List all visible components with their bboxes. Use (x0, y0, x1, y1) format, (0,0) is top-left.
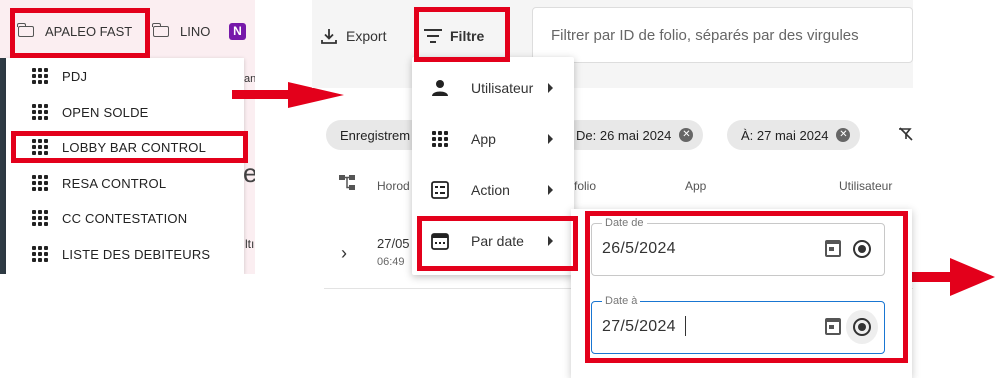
folio-search-input[interactable]: Filtrer par ID de folio, séparés par des… (532, 7, 913, 63)
bookmark-item-resa-control[interactable]: RESA CONTROL (32, 171, 166, 195)
download-icon (321, 29, 337, 44)
submenu-arrow-icon (548, 83, 553, 93)
chip-remove-icon[interactable]: ✕ (836, 128, 851, 142)
background-text: ltı (245, 237, 255, 251)
highlight-par-date (417, 216, 578, 271)
row-time: 06:49 (377, 256, 405, 268)
chip-label: De: 26 mai 2024 (576, 127, 672, 143)
row-date: 27/05 (377, 236, 410, 251)
bookmark-item-open-solde[interactable]: OPEN SOLDE (32, 100, 149, 124)
filter-chip-from-date[interactable]: De: 26 mai 2024 ✕ (562, 120, 704, 150)
highlight-filter-button (414, 7, 510, 62)
person-icon (430, 78, 450, 98)
column-header-folio[interactable]: folio (574, 179, 596, 193)
bookmark-item-pdj[interactable]: PDJ (32, 64, 87, 88)
apps-grid-icon (32, 68, 48, 84)
bookmarks-panel: APALEO FAST LINO N an e ltı PDJ OPEN SOL… (0, 0, 255, 274)
chip-label: Enregistrem (340, 127, 411, 143)
list-box-icon (430, 180, 450, 200)
export-button[interactable]: Export (320, 22, 386, 50)
bookmark-onenote[interactable]: N (229, 18, 246, 44)
bookmark-folder-lino[interactable]: LINO (152, 18, 211, 44)
folder-icon (152, 22, 169, 37)
menu-item-label: Action (471, 182, 510, 198)
bookmark-folder-label: LINO (180, 23, 211, 39)
bookmark-item-label: OPEN SOLDE (62, 104, 149, 120)
highlight-date-fields (585, 211, 908, 363)
column-header-app[interactable]: App (685, 179, 706, 193)
column-header-user[interactable]: Utilisateur (839, 179, 892, 193)
menu-item-label: Utilisateur (471, 80, 534, 96)
bookmark-item-label: RESA CONTROL (62, 175, 167, 191)
audit-log-panel: Export Filtre Filtrer par ID de folio, s… (312, 0, 995, 378)
filter-chip-to-date[interactable]: À: 27 mai 2024 ✕ (727, 120, 861, 150)
chip-label: À: 27 mai 2024 (741, 127, 829, 143)
filter-menu-item-app[interactable]: App (412, 114, 574, 164)
bookmark-item-label: CC CONTESTATION (62, 210, 188, 226)
apps-grid-icon (32, 104, 48, 120)
onenote-icon: N (229, 22, 246, 40)
submenu-arrow-icon (548, 185, 553, 195)
bookmark-item-label: LISTE DES DEBITEURS (62, 246, 211, 262)
highlight-lobby-bar-control (11, 131, 248, 163)
menu-item-label: App (471, 131, 496, 147)
export-label: Export (346, 28, 387, 44)
clear-filters-icon[interactable] (898, 127, 913, 142)
bookmark-item-label: PDJ (62, 68, 88, 84)
filter-menu-item-action[interactable]: Action (412, 165, 574, 215)
apps-grid-icon (32, 175, 48, 191)
search-placeholder: Filtrer par ID de folio, séparés par des… (551, 26, 859, 44)
apps-grid-icon (32, 246, 48, 262)
apps-grid-icon (430, 129, 450, 149)
apps-grid-icon (32, 210, 48, 226)
filter-chip-partial[interactable]: Enregistrem (326, 120, 426, 150)
chip-remove-icon[interactable]: ✕ (679, 128, 694, 142)
filter-menu-item-utilisateur[interactable]: Utilisateur (412, 63, 574, 113)
bookmark-item-liste-des-debiteurs[interactable]: LISTE DES DEBITEURS (32, 242, 210, 266)
tree-structure-icon (339, 175, 355, 190)
highlight-apaleo-fast (10, 8, 150, 58)
column-header-timestamp[interactable]: Horod (377, 179, 410, 193)
expand-row-chevron-icon[interactable]: › (341, 243, 347, 264)
bookmark-item-cc-contestation[interactable]: CC CONTESTATION (32, 206, 187, 230)
bookmarks-dropdown: PDJ OPEN SOLDE LOBBY BAR CONTROL RESA CO… (6, 58, 244, 274)
submenu-arrow-icon (548, 134, 553, 144)
